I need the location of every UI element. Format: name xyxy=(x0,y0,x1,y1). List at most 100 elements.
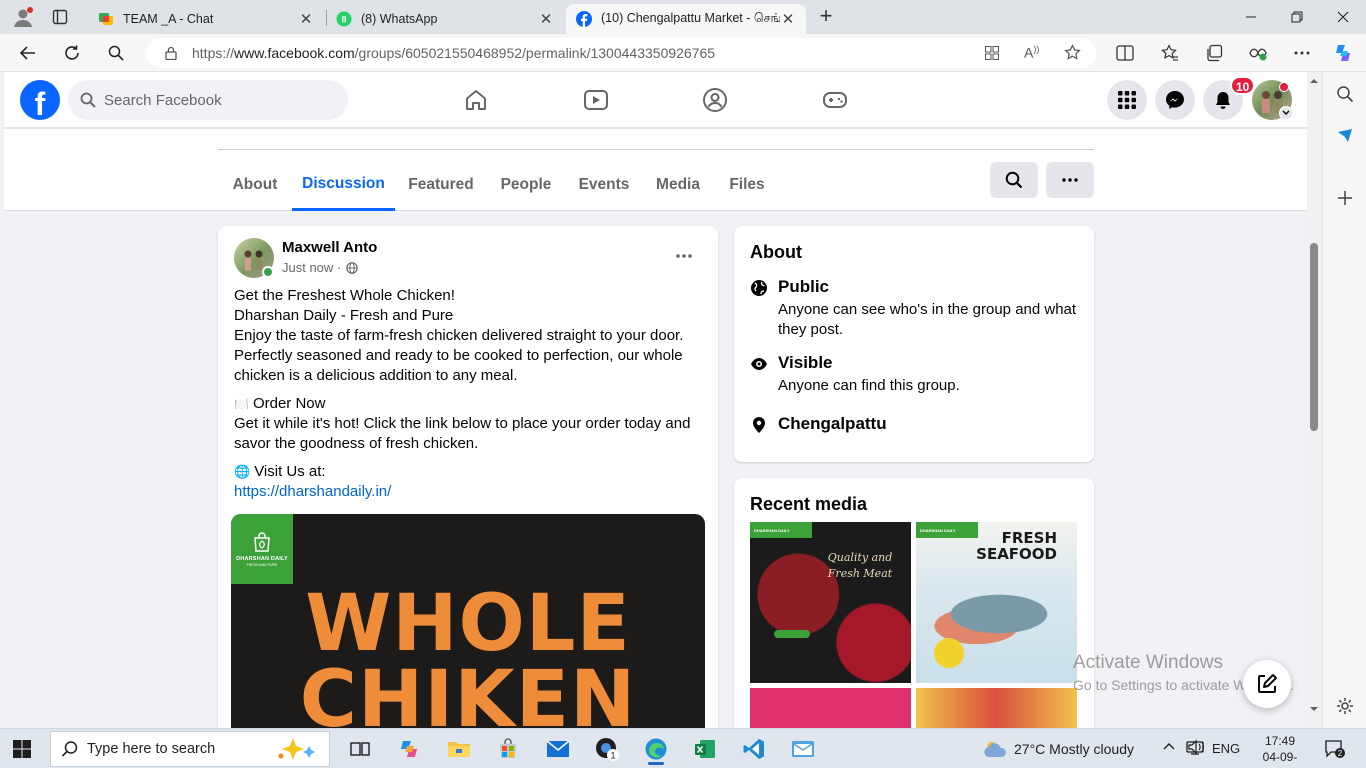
excel-icon[interactable] xyxy=(685,733,725,765)
menu-grid-icon[interactable] xyxy=(1107,80,1147,120)
post-author-name[interactable]: Maxwell Anto xyxy=(282,239,377,256)
shop-now-badge xyxy=(774,630,810,638)
tab-featured[interactable]: Featured xyxy=(399,159,483,211)
tab-title: (10) Chengalpattu Market - செங்க xyxy=(601,11,780,25)
copilot-taskbar-icon[interactable] xyxy=(390,733,430,765)
group-more-button[interactable] xyxy=(1046,162,1094,198)
tab-media[interactable]: Media xyxy=(647,159,709,211)
groups-icon[interactable] xyxy=(699,84,731,116)
notification-count: 2 xyxy=(1338,749,1343,758)
restore-icon[interactable] xyxy=(1274,0,1320,34)
location-name[interactable]: Chengalpattu xyxy=(778,414,887,434)
messenger-icon[interactable] xyxy=(1155,80,1195,120)
collections-icon[interactable] xyxy=(1201,40,1227,66)
microsoft-store-icon[interactable] xyxy=(488,733,528,765)
vscode-icon[interactable] xyxy=(734,733,774,765)
new-message-button[interactable] xyxy=(1243,660,1291,708)
tab-about[interactable]: About xyxy=(218,159,292,211)
url-field[interactable]: https://www.facebook.com/groups/60502155… xyxy=(146,38,1096,68)
show-hidden-icons-icon[interactable] xyxy=(1162,741,1176,751)
add-sidebar-app-icon[interactable] xyxy=(1333,186,1357,210)
refresh-icon[interactable] xyxy=(57,39,87,67)
search-icon[interactable] xyxy=(1333,82,1357,106)
browser-essentials-icon[interactable] xyxy=(1245,40,1271,66)
back-arrow-icon[interactable] xyxy=(13,39,43,67)
close-tab-icon[interactable]: ✕ xyxy=(780,10,796,28)
edge-sidebar xyxy=(1322,72,1366,728)
scroll-up-icon[interactable] xyxy=(1307,76,1321,86)
scrollbar-thumb[interactable] xyxy=(1310,243,1318,431)
mail-app-icon[interactable] xyxy=(783,733,823,765)
chrome-profile-icon[interactable]: 1 xyxy=(587,733,627,765)
edge-browser-icon[interactable] xyxy=(636,733,676,765)
tab-team-chat[interactable]: TEAM _A - Chat ✕ xyxy=(88,4,324,34)
close-window-icon[interactable] xyxy=(1320,0,1366,34)
taskbar-search-input[interactable]: Type here to search xyxy=(50,731,330,767)
post-line: Dharshan Daily - Fresh and Pure xyxy=(234,307,454,324)
brand-name: DHARSHAN DAILY xyxy=(750,522,812,538)
more-menu-icon[interactable] xyxy=(1289,40,1315,66)
group-divider xyxy=(218,149,1094,150)
copilot-icon[interactable] xyxy=(1331,40,1357,66)
mail-icon[interactable] xyxy=(538,733,578,765)
tab-files[interactable]: Files xyxy=(717,159,777,211)
lock-icon[interactable] xyxy=(164,46,178,60)
close-tab-icon[interactable]: ✕ xyxy=(538,10,554,28)
facebook-search-input[interactable]: Search Facebook xyxy=(68,80,348,120)
scroll-down-icon[interactable] xyxy=(1307,704,1321,714)
visible-title: Visible xyxy=(778,353,833,372)
eye-icon xyxy=(751,358,767,370)
minimize-icon[interactable] xyxy=(1228,0,1274,34)
windows-start-icon[interactable] xyxy=(12,739,32,759)
search-icon[interactable] xyxy=(101,39,131,67)
tab-events[interactable]: Events xyxy=(569,159,639,211)
weather-widget[interactable]: 27°C Mostly cloudy xyxy=(982,739,1134,759)
clock[interactable]: 17:49 04-09-2024 xyxy=(1250,733,1310,768)
public-title: Public xyxy=(778,277,830,296)
gaming-icon[interactable] xyxy=(819,84,851,116)
tab-label: Discussion xyxy=(302,174,385,192)
whatsapp-icon: 8 xyxy=(336,11,352,27)
tab-label: Files xyxy=(729,176,765,193)
globe-emoji-icon: 🌐 xyxy=(234,464,251,479)
address-toolbar: https://www.facebook.com/groups/60502155… xyxy=(0,34,1366,72)
facebook-header: f Search Facebook 10 xyxy=(4,72,1307,128)
video-icon[interactable] xyxy=(580,84,612,116)
tab-actions-icon[interactable] xyxy=(52,9,68,25)
group-search-button[interactable] xyxy=(990,162,1038,198)
tab-people[interactable]: People xyxy=(491,159,561,211)
post-image[interactable]: DHARSHAN DAILY FRESH AND PURE WHOLE CHIK… xyxy=(231,514,705,736)
notification-count-badge: 10 xyxy=(1230,76,1256,95)
app-available-icon[interactable] xyxy=(984,45,1000,61)
close-tab-icon[interactable]: ✕ xyxy=(298,10,314,28)
tab-whatsapp[interactable]: 8 (8) WhatsApp ✕ xyxy=(326,4,564,34)
chevron-down-icon[interactable] xyxy=(1279,106,1293,120)
post-link[interactable]: https://dharshandaily.in/ xyxy=(234,483,391,500)
post-options-icon[interactable] xyxy=(668,242,700,270)
media-thumbnail[interactable]: DHARSHAN DAILY FRESH SEAFOOD xyxy=(916,522,1077,683)
home-icon[interactable] xyxy=(460,84,492,116)
language-indicator[interactable]: ENG xyxy=(1212,741,1240,756)
task-view-icon[interactable] xyxy=(340,733,380,765)
new-tab-icon[interactable]: + xyxy=(814,5,838,29)
file-explorer-icon[interactable] xyxy=(439,733,479,765)
post-time[interactable]: Just now · xyxy=(282,260,341,275)
notification-center-icon[interactable]: 2 xyxy=(1324,739,1346,759)
split-screen-icon[interactable] xyxy=(1112,40,1138,66)
favorite-star-icon[interactable] xyxy=(1064,44,1081,61)
tab-discussion[interactable]: Discussion xyxy=(292,159,395,211)
headline-line-1: WHOLE xyxy=(305,579,631,669)
favorites-icon[interactable] xyxy=(1157,40,1183,66)
send-tab-icon[interactable] xyxy=(1333,124,1357,148)
profile-icon[interactable] xyxy=(12,6,34,28)
tab-facebook-active[interactable]: (10) Chengalpattu Market - செங்க ✕ xyxy=(566,4,806,34)
speaker-icon[interactable] xyxy=(1188,739,1206,755)
tab-title: TEAM _A - Chat xyxy=(123,12,214,26)
google-chat-icon xyxy=(98,11,114,27)
media-thumbnail[interactable]: DHARSHAN DAILY Quality and Fresh Meat xyxy=(750,522,911,683)
read-aloud-icon[interactable]: A)) xyxy=(1024,44,1039,61)
settings-gear-icon[interactable] xyxy=(1333,694,1357,718)
search-placeholder: Search Facebook xyxy=(104,91,222,109)
url-domain: www.facebook.com xyxy=(234,45,355,61)
facebook-logo[interactable]: f xyxy=(20,80,60,122)
